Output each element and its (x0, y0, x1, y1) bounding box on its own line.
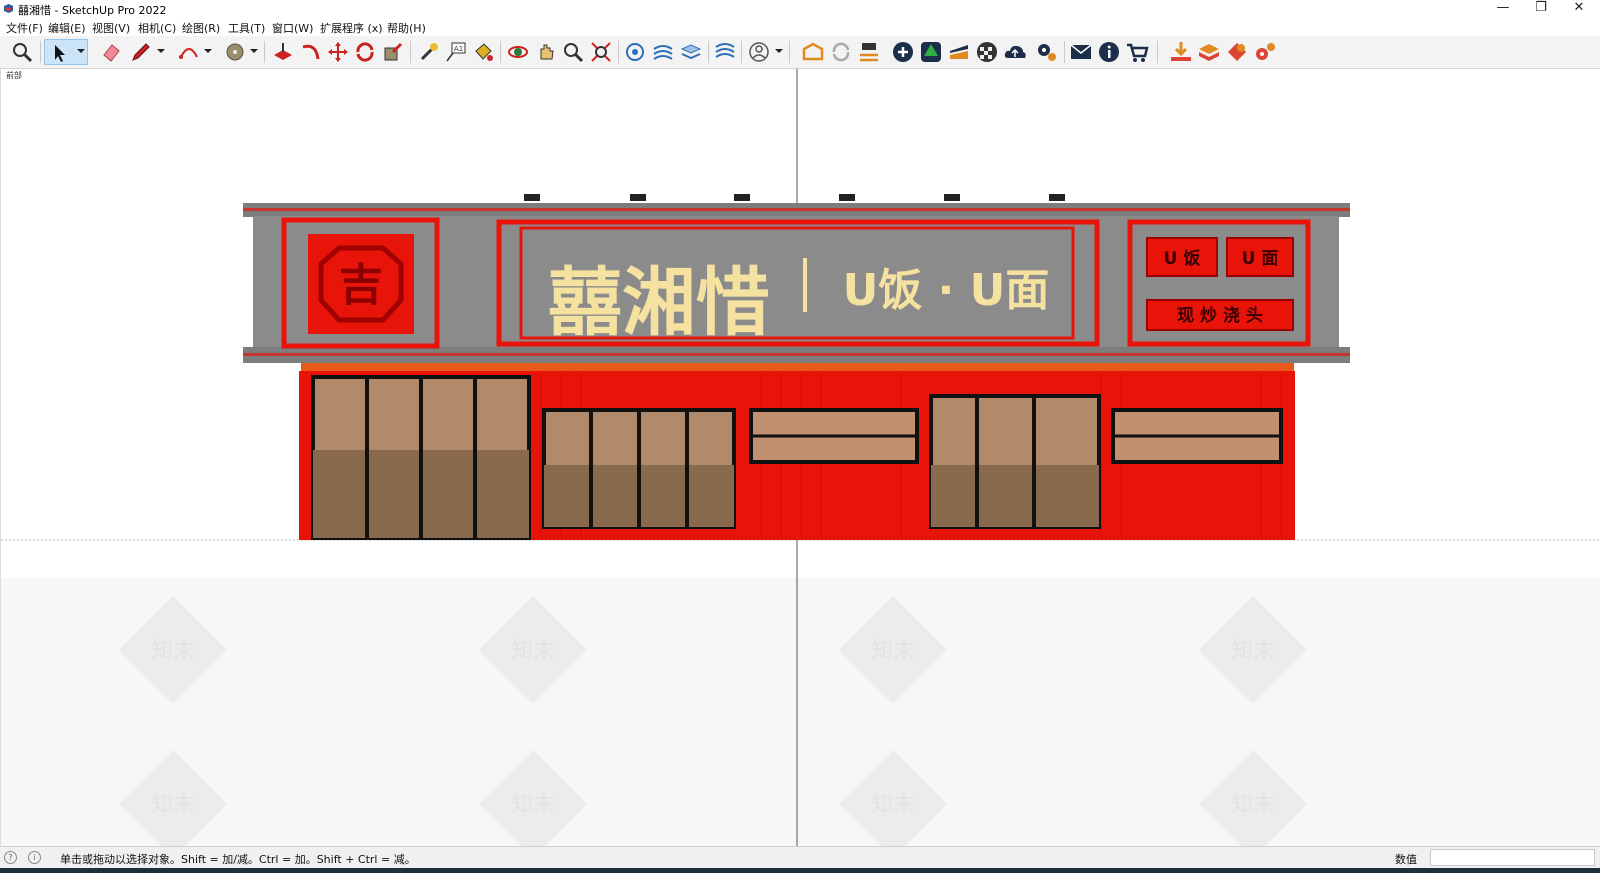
orbit-icon[interactable] (505, 39, 531, 65)
paint-bucket-icon[interactable] (470, 39, 496, 65)
menu-bar: 文件(F) 编辑(E) 视图(V) 相机(C) 绘图(R) 工具(T) 窗口(W… (0, 18, 1600, 36)
menu-window[interactable]: 窗口(W) (272, 20, 313, 36)
menu-camera[interactable]: 相机(C) (138, 20, 176, 36)
styles-icon[interactable] (712, 39, 738, 65)
geo-location-icon[interactable]: ? (4, 851, 17, 864)
sign-rice: U 饭 (1164, 248, 1201, 269)
close-button[interactable]: ✕ (1560, 0, 1598, 18)
measurements-label: 数值 (1395, 853, 1417, 866)
cloud-icon[interactable] (1002, 39, 1028, 65)
rotate-icon[interactable] (352, 39, 378, 65)
mail-icon[interactable] (1068, 39, 1094, 65)
menu-file[interactable]: 文件(F) (6, 20, 43, 36)
gears-icon[interactable] (1034, 39, 1060, 65)
follow-me-icon[interactable] (298, 39, 324, 65)
slogan-text: U饭 · U面 (843, 265, 1050, 316)
sync-icon[interactable] (828, 39, 854, 65)
zoom-extents-icon[interactable] (588, 39, 614, 65)
move-icon[interactable] (325, 39, 351, 65)
cart-icon[interactable] (1124, 39, 1150, 65)
sign-stir-fry: 现 炒 浇 头 (1177, 305, 1263, 326)
components-icon[interactable] (622, 39, 648, 65)
arc-dropdown-icon[interactable] (204, 47, 212, 55)
add-icon[interactable] (890, 39, 916, 65)
tree-icon[interactable] (918, 39, 944, 65)
minimize-button[interactable]: — (1484, 0, 1522, 18)
push-pull-icon[interactable] (270, 39, 296, 65)
instructor-icon[interactable]: i (28, 851, 41, 864)
brand-name: 囍湘惜 (548, 260, 770, 346)
download-icon[interactable] (1168, 39, 1194, 65)
zoom-window-icon[interactable] (560, 39, 586, 65)
svg-text:A1: A1 (454, 45, 463, 53)
menu-edit[interactable]: 编辑(E) (48, 20, 86, 36)
eraser-icon[interactable] (98, 39, 124, 65)
pencil-dropdown-icon[interactable] (157, 47, 165, 55)
pan-icon[interactable] (533, 39, 559, 65)
scale-icon[interactable] (380, 39, 406, 65)
arc-icon[interactable] (176, 39, 202, 65)
watermark-text: 知末 (1231, 639, 1275, 664)
export-icon[interactable] (856, 39, 882, 65)
logo-glyph: 吉 (339, 260, 383, 311)
menu-help[interactable]: 帮助(H) (387, 20, 426, 36)
storefront-model: 知末 知末 知末 知末 知末 知末 知末 知末 吉 囍湘惜 U饭 · U面 U … (1, 69, 1600, 846)
main-toolbar: A1 (0, 36, 1600, 69)
watermark-text: 知末 (871, 793, 915, 818)
zoom-icon[interactable] (9, 39, 35, 65)
user-icon[interactable] (746, 39, 772, 65)
awning-strip (301, 363, 1294, 371)
watermark-text: 知末 (511, 639, 555, 664)
drawing-viewport[interactable]: 前部 知末 知末 知末 知末 知末 知末 知末 知末 吉 囍湘惜 U饭 · U面… (0, 69, 1600, 846)
window-title: 囍湘惜 - SketchUp Pro 2022 (18, 4, 167, 17)
tape-measure-icon[interactable] (416, 39, 442, 65)
taskbar-strip (0, 868, 1600, 873)
restore-button[interactable]: ❐ (1522, 0, 1560, 18)
watermark-text: 知末 (871, 639, 915, 664)
watermark-text: 知末 (151, 639, 195, 664)
checker-icon[interactable] (974, 39, 1000, 65)
select-dropdown-icon[interactable] (77, 47, 85, 55)
watermark-text: 知末 (1231, 793, 1275, 818)
menu-draw[interactable]: 绘图(R) (182, 20, 220, 36)
box-icon[interactable] (1196, 39, 1222, 65)
chart-icon[interactable] (946, 39, 972, 65)
title-bar: 囍湘惜 - SketchUp Pro 2022 — ❐ ✕ (0, 0, 1600, 18)
status-bar: ? i 单击或拖动以选择对象。Shift = 加/减。Ctrl = 加。Shif… (0, 846, 1600, 869)
info-icon[interactable] (1096, 39, 1122, 65)
user-dropdown-icon[interactable] (775, 47, 783, 55)
watermark-text: 知末 (151, 793, 195, 818)
extension-icon[interactable] (1224, 39, 1250, 65)
menu-extensions[interactable]: 扩展程序 (x) (320, 20, 383, 36)
menu-view[interactable]: 视图(V) (92, 20, 130, 36)
watermark-text: 知末 (511, 793, 555, 818)
circle-icon[interactable] (222, 39, 248, 65)
sign-noodle: U 面 (1242, 249, 1279, 269)
measurements-input[interactable] (1430, 849, 1595, 866)
settings-icon[interactable] (1252, 39, 1278, 65)
menu-tools[interactable]: 工具(T) (228, 20, 265, 36)
layers-icon[interactable] (678, 39, 704, 65)
warehouse-icon[interactable] (800, 39, 826, 65)
pencil-icon[interactable] (128, 39, 154, 65)
circle-dropdown-icon[interactable] (250, 47, 258, 55)
roof-spotlights (524, 194, 1065, 201)
sketchup-app-icon (4, 4, 13, 13)
text-icon[interactable]: A1 (443, 39, 469, 65)
status-message: 单击或拖动以选择对象。Shift = 加/减。Ctrl = 加。Shift + … (60, 853, 416, 866)
sandbox-icon[interactable] (650, 39, 676, 65)
